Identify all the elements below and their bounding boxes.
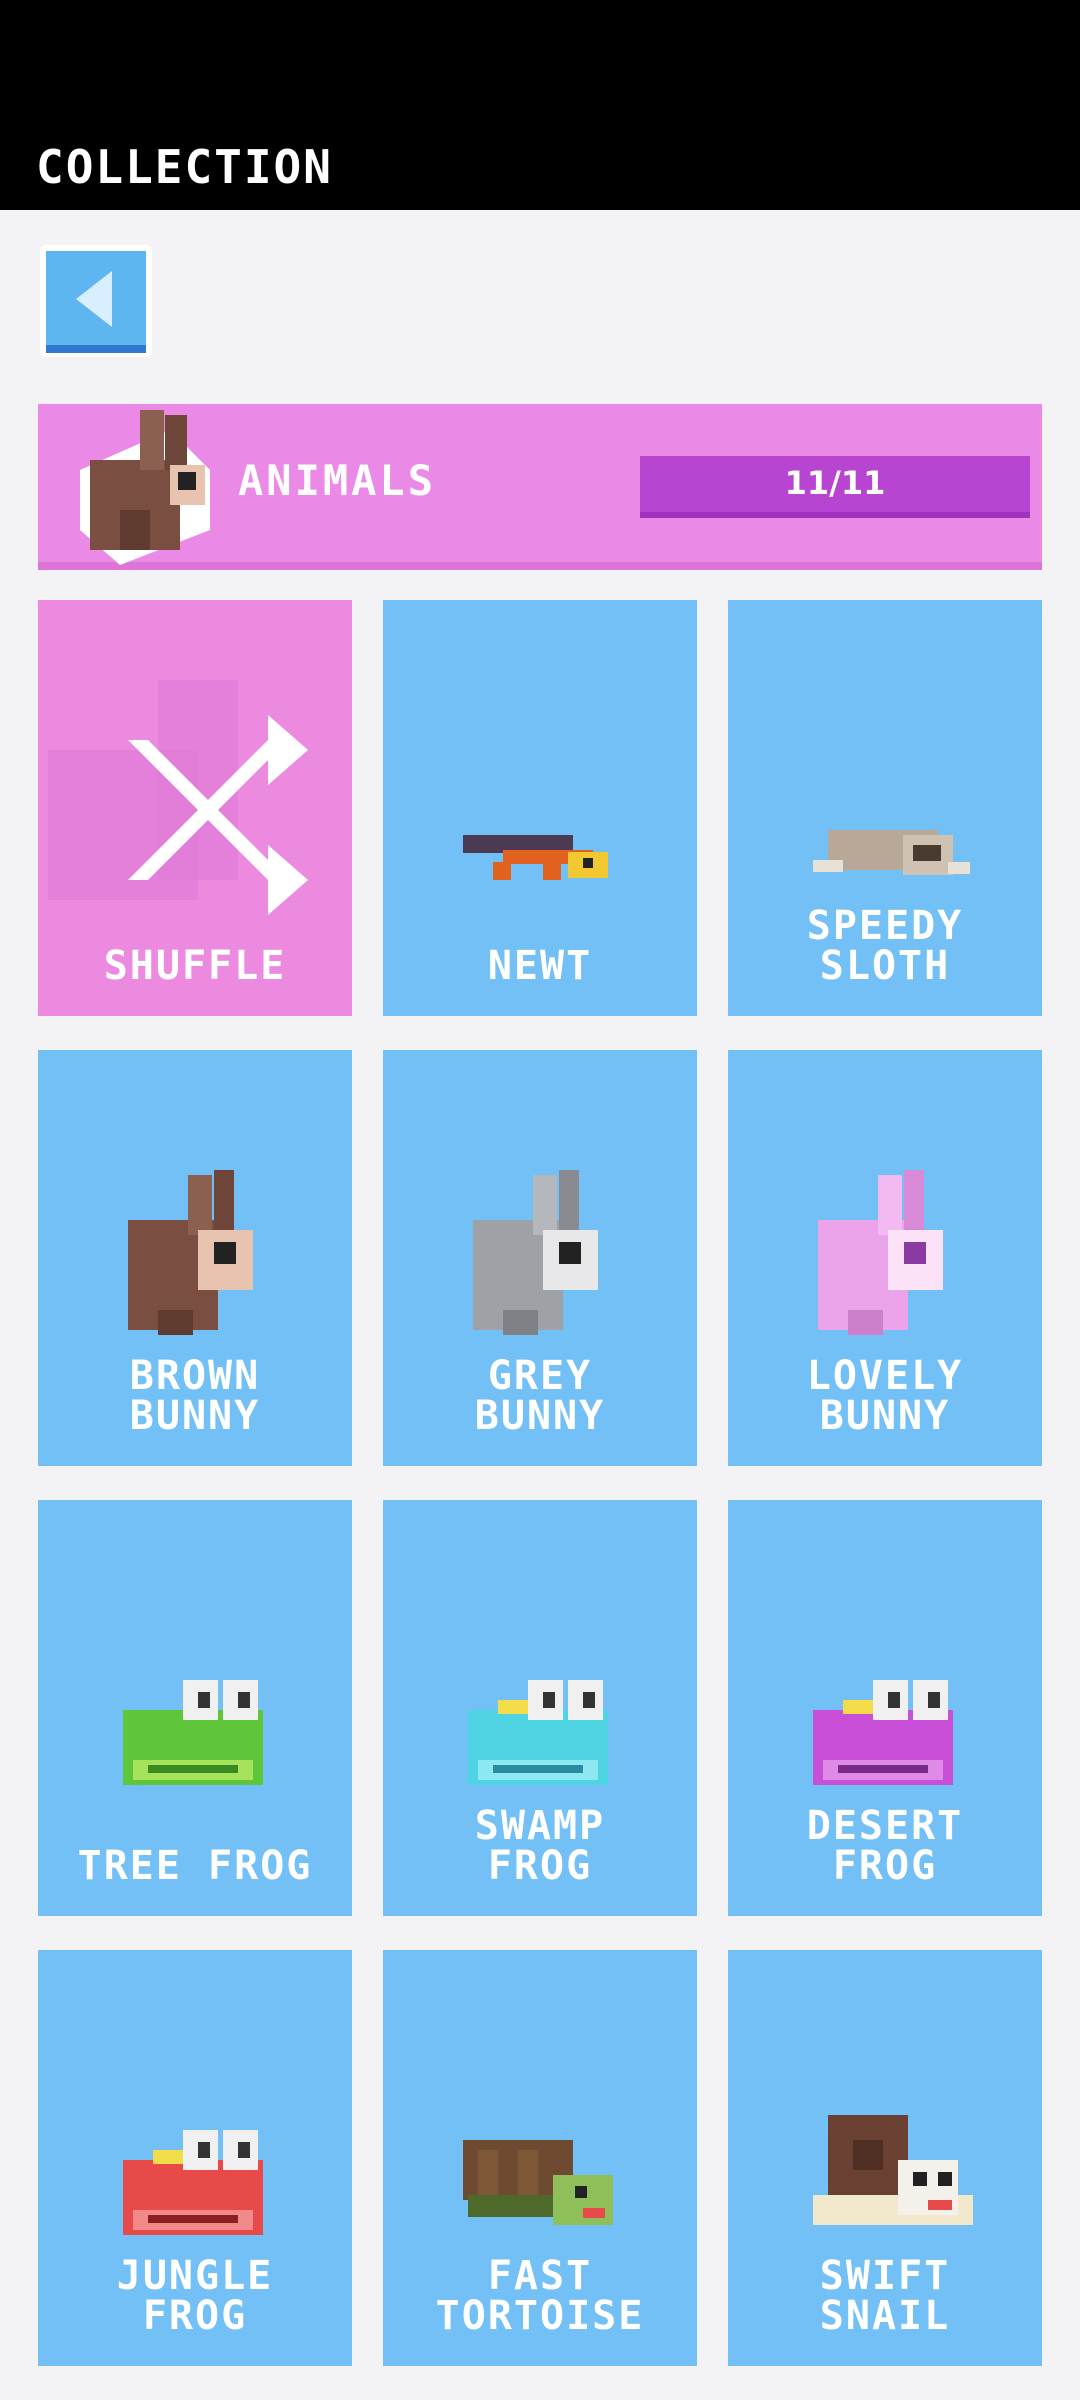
tile-label: DESERT FROG [806,1803,964,1889]
brown-bunny-icon [80,410,210,565]
tile-speedy-sloth[interactable]: SPEEDY SLOTH [728,600,1042,1016]
tile-newt[interactable]: NEWT [383,600,697,1016]
tortoise-icon [463,2140,613,2225]
tile-label: SHUFFLE [103,943,287,989]
tile-jungle-frog[interactable]: JUNGLE FROG [38,1950,352,2366]
red-frog-icon [123,2130,263,2235]
tile-tree-frog[interactable]: TREE FROG [38,1500,352,1916]
tile-swift-snail[interactable]: SWIFT SNAIL [728,1950,1042,2366]
tile-label: LOVELY BUNNY [806,1353,964,1439]
tile-swamp-frog[interactable]: SWAMP FROG [383,1500,697,1916]
purple-frog-icon [813,1680,953,1785]
tile-label: SPEEDY SLOTH [806,903,964,989]
shuffle-icon [48,680,308,915]
category-progress: 11/11 [640,456,1030,518]
tile-label: GREY BUNNY [474,1353,606,1439]
page-title: COLLECTION [36,140,333,194]
green-frog-icon [123,1680,263,1785]
tile-desert-frog[interactable]: DESERT FROG [728,1500,1042,1916]
tile-label: JUNGLE FROG [116,2253,274,2339]
tile-label: FAST TORTOISE [435,2253,645,2339]
tile-label: NEWT [487,943,593,989]
tile-grey-bunny[interactable]: GREY BUNNY [383,1050,697,1466]
grey-bunny-icon [473,1170,598,1335]
top-bar: COLLECTION [0,0,1080,210]
back-button[interactable] [40,245,152,357]
pink-bunny-icon [818,1170,943,1335]
tile-shuffle[interactable]: SHUFFLE [38,600,352,1016]
brown-bunny-icon [128,1170,253,1335]
tile-label: BROWN BUNNY [129,1353,261,1439]
tile-brown-bunny[interactable]: BROWN BUNNY [38,1050,352,1466]
tile-label: SWIFT SNAIL [819,2253,951,2339]
snail-icon [813,2115,973,2225]
progress-text: 11/11 [784,464,886,502]
tile-lovely-bunny[interactable]: LOVELY BUNNY [728,1050,1042,1466]
tile-fast-tortoise[interactable]: FAST TORTOISE [383,1950,697,2366]
cyan-frog-icon [468,1680,608,1785]
category-label: ANIMALS [238,456,437,505]
tile-label: TREE FROG [77,1843,313,1889]
tile-label: SWAMP FROG [474,1803,606,1889]
sloth-icon [813,830,970,875]
back-arrow-icon [76,271,112,327]
newt-icon [463,835,608,880]
back-button-face [46,251,146,353]
category-banner: ANIMALS 11/11 [38,404,1042,570]
